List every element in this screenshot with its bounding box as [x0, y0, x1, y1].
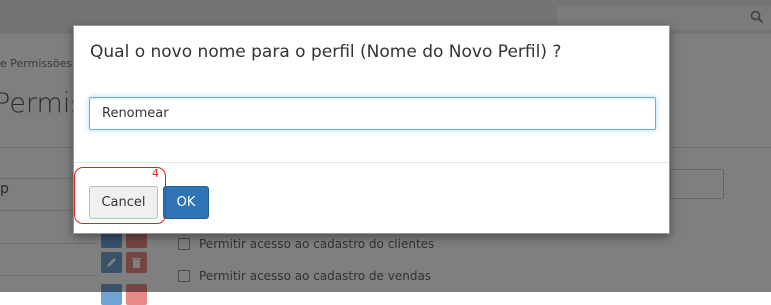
cancel-button[interactable]: Cancel — [89, 186, 158, 219]
profile-name-input[interactable] — [89, 97, 656, 130]
ok-button[interactable]: OK — [163, 186, 209, 219]
dialog-title: Qual o novo nome para o perfil (Nome do … — [90, 42, 562, 62]
rename-profile-dialog: Qual o novo nome para o perfil (Nome do … — [73, 25, 670, 234]
dialog-divider — [74, 162, 669, 163]
step-number: 4 — [152, 167, 159, 180]
